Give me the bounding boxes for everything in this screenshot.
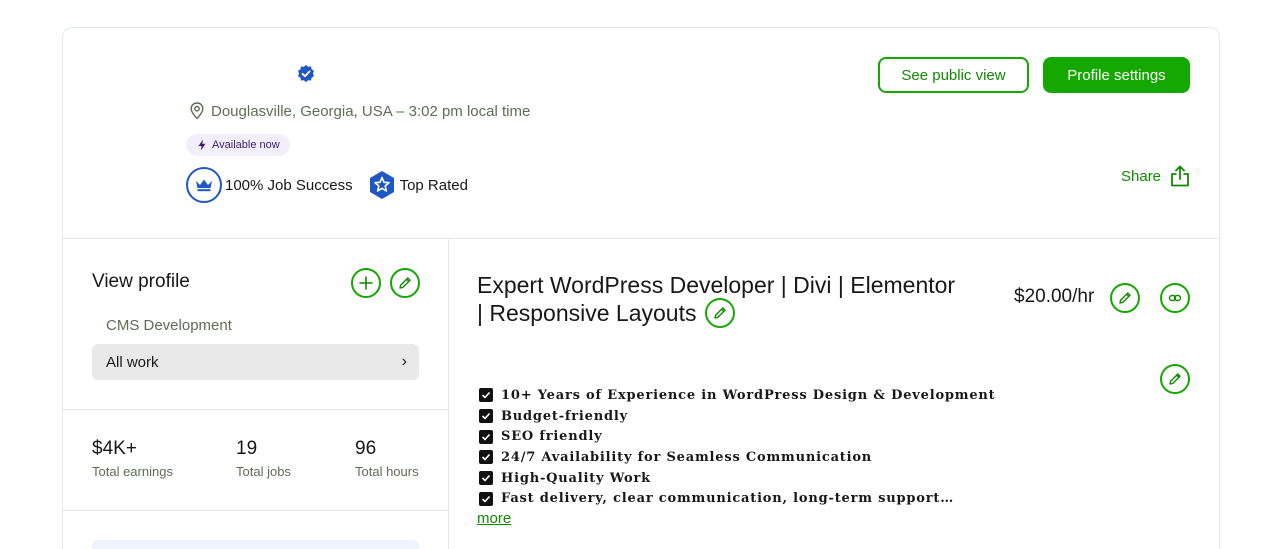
link-icon xyxy=(1168,294,1182,302)
checkbox-icon xyxy=(479,429,493,444)
profile-description: 10+ Years of Experience in WordPress Des… xyxy=(479,385,996,509)
all-work-item[interactable]: All work › xyxy=(92,344,419,380)
view-profile-heading: View profile xyxy=(92,271,190,292)
pencil-icon xyxy=(1169,373,1181,385)
stat-value: 96 xyxy=(355,438,377,459)
description-item: High-Quality Work xyxy=(479,468,996,489)
checkbox-icon xyxy=(479,491,493,506)
chevron-right-icon: › xyxy=(401,353,407,370)
availability-badge: Available now xyxy=(186,134,290,156)
share-icon xyxy=(1171,165,1189,187)
sidebar-section-divider xyxy=(62,409,448,410)
share-link[interactable]: Share xyxy=(1121,165,1190,187)
description-item: 10+ Years of Experience in WordPress Des… xyxy=(479,385,996,406)
edit-title-button[interactable] xyxy=(704,297,735,328)
header-divider xyxy=(62,238,1220,239)
profile-title: Expert WordPress Developer | Divi | Elem… xyxy=(477,271,957,330)
sidebar-info-box xyxy=(92,540,419,549)
hourly-rate: $20.00/hr xyxy=(1014,286,1095,307)
stats-divider xyxy=(62,510,448,511)
description-text: 24/7 Availability for Seamless Communica… xyxy=(501,449,873,465)
sidebar-divider xyxy=(448,238,449,549)
badges-row: 100% Job Success Top Rated xyxy=(186,167,468,203)
crown-icon xyxy=(196,179,212,192)
location-text: Douglasville, Georgia, USA – 3:02 pm loc… xyxy=(211,102,531,120)
checkbox-icon xyxy=(479,388,493,403)
edit-profile-button[interactable] xyxy=(390,268,420,298)
location-pin-icon xyxy=(190,102,204,120)
stat-value: $4K+ xyxy=(92,438,137,459)
verified-badge-icon xyxy=(298,65,314,82)
top-rated-icon xyxy=(369,171,394,199)
share-label: Share xyxy=(1121,167,1162,185)
stat-total-hours: 96 Total hours xyxy=(355,438,419,479)
edit-description-button[interactable] xyxy=(1160,364,1190,394)
pencil-icon xyxy=(1119,292,1131,304)
profile-settings-button[interactable]: Profile settings xyxy=(1043,57,1190,93)
edit-rate-button[interactable] xyxy=(1110,283,1140,313)
job-success-ring xyxy=(186,167,222,203)
add-profile-button[interactable] xyxy=(351,268,381,298)
pencil-icon xyxy=(713,307,726,319)
description-text: SEO friendly xyxy=(501,429,603,445)
description-text: 10+ Years of Experience in WordPress Des… xyxy=(501,387,996,403)
plus-icon xyxy=(359,276,373,290)
see-public-view-button[interactable]: See public view xyxy=(878,57,1029,93)
pencil-icon xyxy=(399,277,411,289)
description-item: SEO friendly xyxy=(479,426,996,447)
description-item: Budget-friendly xyxy=(479,406,996,427)
description-text: Fast delivery, clear communication, long… xyxy=(501,491,955,507)
checkbox-icon xyxy=(479,409,493,424)
more-link[interactable]: more xyxy=(477,510,511,527)
copy-link-button[interactable] xyxy=(1160,283,1190,313)
description-item: 24/7 Availability for Seamless Communica… xyxy=(479,447,996,468)
job-success-text: 100% Job Success xyxy=(225,176,353,194)
stat-total-jobs: 19 Total jobs xyxy=(236,438,291,479)
stat-label: Total earnings xyxy=(92,464,173,479)
checkbox-icon xyxy=(479,471,493,486)
checkbox-icon xyxy=(479,450,493,465)
all-work-label: All work xyxy=(106,353,159,371)
stat-label: Total jobs xyxy=(236,464,291,479)
lightning-icon xyxy=(198,139,206,151)
category-item[interactable]: CMS Development xyxy=(106,317,232,334)
stat-value: 19 xyxy=(236,438,258,459)
stat-total-earnings: $4K+ Total earnings xyxy=(92,438,173,479)
description-text: Budget-friendly xyxy=(501,408,628,424)
availability-text: Available now xyxy=(212,139,280,151)
top-rated-text: Top Rated xyxy=(399,176,468,194)
location-line: Douglasville, Georgia, USA – 3:02 pm loc… xyxy=(189,102,530,120)
description-item: Fast delivery, clear communication, long… xyxy=(479,488,996,509)
stat-label: Total hours xyxy=(355,464,419,479)
description-text: High-Quality Work xyxy=(501,470,651,486)
top-rated-badge: Top Rated xyxy=(368,170,468,200)
